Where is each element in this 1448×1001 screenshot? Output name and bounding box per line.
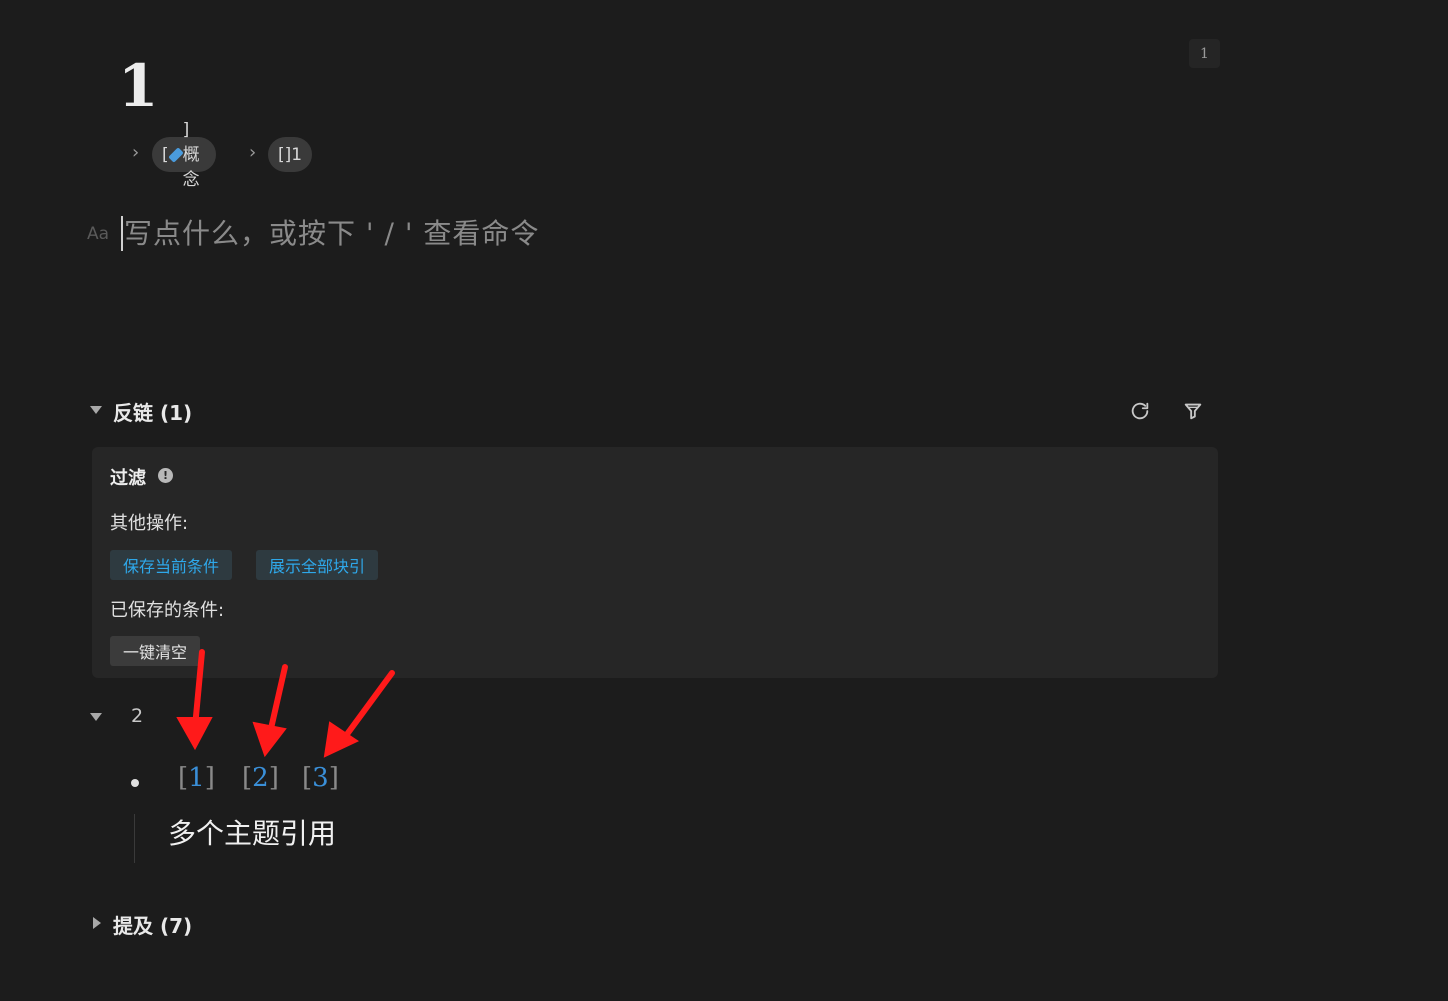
annotation-arrows <box>176 649 395 758</box>
red-arrow-icon <box>252 664 288 758</box>
red-arrow-icon <box>323 670 395 758</box>
mentions-title[interactable]: 提及 (7) <box>113 910 192 939</box>
red-arrow-icon <box>176 649 213 751</box>
expand-triangle-icon[interactable] <box>93 917 101 929</box>
